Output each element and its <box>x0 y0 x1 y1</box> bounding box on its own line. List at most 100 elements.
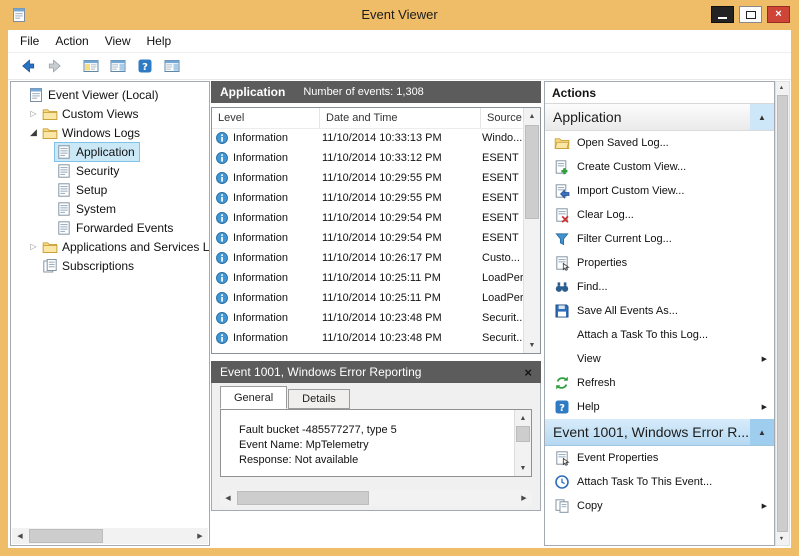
event-row[interactable]: Information 11/10/2014 10:26:17 PM Custo..… <box>212 248 524 268</box>
tab-details[interactable]: Details <box>288 389 350 409</box>
tree-item-windows-logs[interactable]: ◢ Windows Logs <box>11 123 209 142</box>
event-row[interactable]: Information 11/10/2014 10:29:55 PM ESENT <box>212 188 524 208</box>
tree-horizontal-scrollbar[interactable]: ◀ ▶ <box>12 528 208 544</box>
event-row[interactable]: Information 11/10/2014 10:25:11 PM LoadPer… <box>212 268 524 288</box>
toolbar-show-console-tree-button[interactable] <box>81 56 101 76</box>
close-button[interactable]: × <box>767 6 790 23</box>
action-clear-log[interactable]: Clear Log... <box>545 203 774 227</box>
event-level: Information <box>233 252 289 264</box>
toolbar: ? <box>8 53 791 80</box>
tab-general[interactable]: General <box>220 386 288 409</box>
close-preview-icon[interactable]: × <box>524 365 532 380</box>
menu-help[interactable]: Help <box>139 34 180 48</box>
column-header-source[interactable]: Source <box>481 108 524 128</box>
event-source: ESENT <box>482 192 519 204</box>
event-row[interactable]: Information 11/10/2014 10:29:55 PM ESENT <box>212 168 524 188</box>
scroll-thumb[interactable] <box>516 426 530 442</box>
action-open-saved-log[interactable]: Open Saved Log... <box>545 131 774 155</box>
chevron-collapsed-icon[interactable]: ▷ <box>27 109 40 118</box>
toolbar-back-button[interactable] <box>18 56 38 76</box>
action-attach-task-to-this-event[interactable]: Attach Task To This Event... <box>545 470 774 494</box>
action-pane-icon <box>164 58 180 74</box>
console-tree: Event Viewer (Local) ▷ Custom Views ◢ Window… <box>11 82 209 275</box>
event-row[interactable]: Information 11/10/2014 10:25:11 PM LoadPer… <box>212 288 524 308</box>
tree-item-setup[interactable]: Setup <box>11 180 209 199</box>
event-level: Information <box>233 312 289 324</box>
tree-item-system[interactable]: System <box>11 199 209 218</box>
scroll-left-icon[interactable]: ◀ <box>220 490 236 506</box>
actions-pane: Actions Application ▲ Open Saved Log... Cre… <box>544 81 775 546</box>
chevron-expanded-icon[interactable]: ◢ <box>27 127 40 138</box>
information-icon <box>215 171 229 185</box>
preview-vertical-scrollbar[interactable]: ▲ ▼ <box>514 410 531 476</box>
event-source: Custo... <box>482 252 520 264</box>
menu-action[interactable]: Action <box>47 34 96 48</box>
action-save-all-events-as[interactable]: Save All Events As... <box>545 299 774 323</box>
window-controls: × <box>711 6 790 23</box>
collapse-group-icon[interactable]: ▲ <box>750 419 774 445</box>
action-filter-current-log[interactable]: Filter Current Log... <box>545 227 774 251</box>
preview-horizontal-scrollbar[interactable]: ◀ ▶ <box>220 490 532 506</box>
scroll-down-icon[interactable]: ▼ <box>524 337 540 353</box>
scroll-thumb[interactable] <box>777 95 788 532</box>
action-attach-a-task-to-this-log[interactable]: Attach a Task To this Log... <box>545 323 774 347</box>
tree-item-security[interactable]: Security <box>11 161 209 180</box>
action-refresh[interactable]: Refresh <box>545 371 774 395</box>
tree-item-application[interactable]: Application <box>11 141 209 162</box>
scroll-thumb[interactable] <box>29 529 103 543</box>
tree-item-subscriptions[interactable]: Subscriptions <box>11 256 209 275</box>
action-label: Event Properties <box>577 452 659 464</box>
action-create-custom-view[interactable]: Create Custom View... <box>545 155 774 179</box>
column-header-level[interactable]: Level <box>212 108 320 128</box>
event-viewer-window: Event Viewer × File Action View Help ? Even… <box>0 0 799 556</box>
submenu-arrow-icon: ▶ <box>761 356 767 363</box>
titlebar[interactable]: Event Viewer × <box>0 0 799 30</box>
scroll-left-icon[interactable]: ◀ <box>12 528 28 544</box>
toolbar-forward-button[interactable] <box>45 56 65 76</box>
scroll-up-icon[interactable]: ▲ <box>524 108 540 124</box>
scroll-down-icon[interactable]: ▼ <box>515 460 531 476</box>
event-row[interactable]: Information 11/10/2014 10:23:48 PM Securit… <box>212 328 524 348</box>
menu-view[interactable]: View <box>97 34 139 48</box>
tree-item-event-viewer-local[interactable]: Event Viewer (Local) <box>11 85 209 104</box>
menu-file[interactable]: File <box>12 34 47 48</box>
toolbar-show-action-pane-button[interactable] <box>108 56 128 76</box>
action-event-properties[interactable]: Event Properties <box>545 446 774 470</box>
action-label: Attach Task To This Event... <box>577 476 713 488</box>
action-properties[interactable]: Properties <box>545 251 774 275</box>
collapse-group-icon[interactable]: ▲ <box>750 104 774 130</box>
toolbar-show-action-pane-2-button[interactable] <box>162 56 182 76</box>
action-import-custom-view[interactable]: Import Custom View... <box>545 179 774 203</box>
event-row[interactable]: Information 11/10/2014 10:23:48 PM Securit… <box>212 308 524 328</box>
actions-vertical-scrollbar[interactable]: ▲ ▼ <box>775 81 790 546</box>
actions-group-application[interactable]: Application ▲ <box>545 104 774 131</box>
action-find[interactable]: Find... <box>545 275 774 299</box>
scroll-thumb[interactable] <box>525 125 539 219</box>
event-row[interactable]: Information 11/10/2014 10:29:54 PM ESENT <box>212 208 524 228</box>
toolbar-help-button[interactable]: ? <box>135 56 155 76</box>
tree-item-custom-views[interactable]: ▷ Custom Views <box>11 104 209 123</box>
tree-item-forwarded-events[interactable]: Forwarded Events <box>11 218 209 237</box>
events-vertical-scrollbar[interactable]: ▲ ▼ <box>523 108 540 353</box>
minimize-button[interactable] <box>711 6 734 23</box>
column-header-date-and-time[interactable]: Date and Time <box>320 108 481 128</box>
chevron-collapsed-icon[interactable]: ▷ <box>27 242 40 251</box>
scroll-thumb[interactable] <box>237 491 369 505</box>
actions-group-event-1001-windows-error-r[interactable]: Event 1001, Windows Error R... ▲ <box>545 419 774 446</box>
event-row[interactable]: Information 11/10/2014 10:33:12 PM ESENT <box>212 148 524 168</box>
scroll-up-icon[interactable]: ▲ <box>515 410 531 426</box>
actions-group-title: Event 1001, Windows Error R... <box>553 424 750 440</box>
scroll-down-icon[interactable]: ▼ <box>776 533 787 545</box>
tree-item-applications-and-services-lo[interactable]: ▷ Applications and Services Lo <box>11 237 209 256</box>
back-arrow-icon <box>20 58 36 74</box>
scroll-right-icon[interactable]: ▶ <box>516 490 532 506</box>
scroll-right-icon[interactable]: ▶ <box>192 528 208 544</box>
maximize-button[interactable] <box>739 6 762 23</box>
event-row[interactable]: Information 11/10/2014 10:33:13 PM Windo..… <box>212 128 524 148</box>
action-copy[interactable]: Copy ▶ <box>545 494 774 518</box>
event-row[interactable]: Information 11/10/2014 10:29:54 PM ESENT <box>212 228 524 248</box>
action-view[interactable]: View ▶ <box>545 347 774 371</box>
action-help[interactable]: ? Help ▶ <box>545 395 774 419</box>
scroll-up-icon[interactable]: ▲ <box>776 82 787 94</box>
preview-content: Fault bucket -485577277, type 5 Event Na… <box>220 409 532 477</box>
